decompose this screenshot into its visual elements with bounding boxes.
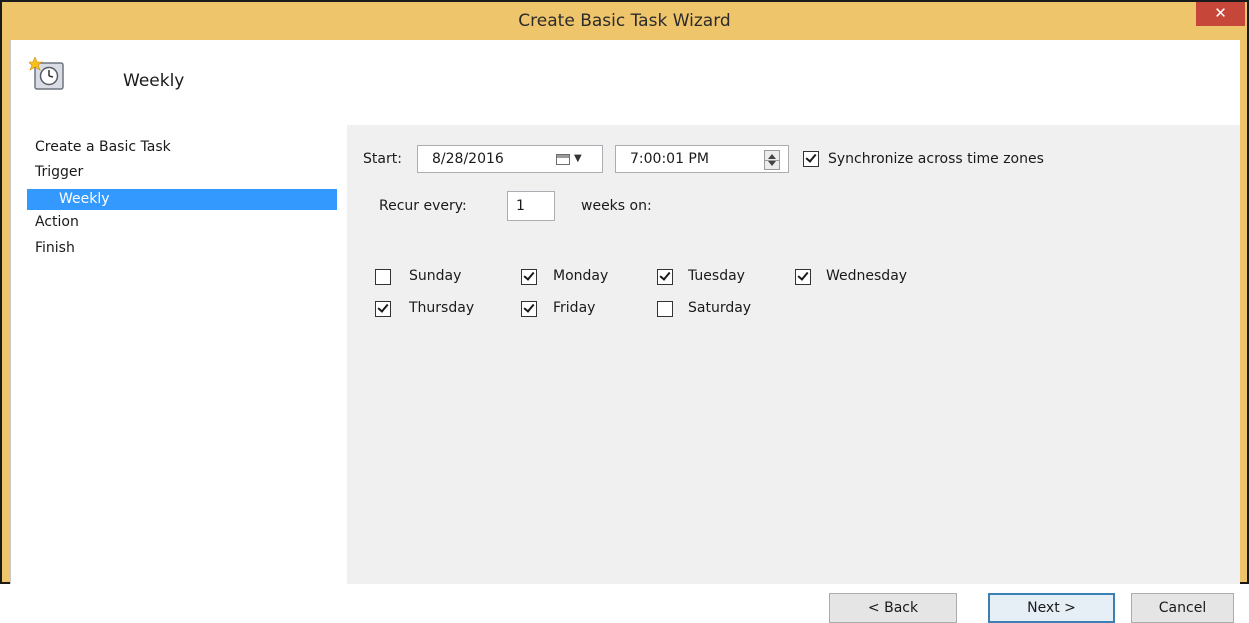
next-button[interactable]: Next >	[988, 593, 1115, 623]
trigger-settings-panel: Start: 8/28/2016 ▼ 7:00:01 PM Synchroniz…	[347, 125, 1240, 623]
check-icon	[797, 269, 809, 281]
spinner-up-icon[interactable]	[768, 154, 776, 159]
sidebar-item-action[interactable]: Action	[35, 214, 79, 230]
back-button[interactable]: < Back	[829, 593, 957, 623]
wednesday-label: Wednesday	[826, 268, 908, 284]
wednesday-checkbox[interactable]	[795, 269, 811, 285]
check-icon	[805, 151, 817, 163]
sync-timezones-label: Synchronize across time zones	[828, 151, 1044, 167]
wizard-window: Create Basic Task Wizard ✕ Weekly Create…	[0, 0, 1249, 623]
saturday-label: Saturday	[688, 300, 752, 316]
cancel-button[interactable]: Cancel	[1131, 593, 1234, 623]
time-spinner[interactable]	[764, 150, 780, 170]
saturday-checkbox[interactable]	[657, 301, 673, 317]
tuesday-label: Tuesday	[688, 268, 745, 284]
check-icon	[523, 301, 535, 313]
sunday-checkbox[interactable]	[375, 269, 391, 285]
tuesday-checkbox[interactable]	[657, 269, 673, 285]
sync-timezones-checkbox[interactable]	[803, 151, 819, 167]
recur-every-label: Recur every:	[379, 198, 467, 214]
wizard-steps-sidebar: Create a Basic Task Trigger Weekly Actio…	[11, 125, 347, 584]
scheduled-task-clock-icon	[29, 57, 64, 90]
chevron-down-icon[interactable]: ▼	[574, 146, 582, 172]
close-button[interactable]: ✕	[1196, 2, 1245, 26]
start-time-field[interactable]: 7:00:01 PM	[615, 145, 789, 173]
recur-weeks-value: 1	[516, 198, 525, 214]
start-time-value: 7:00:01 PM	[630, 151, 709, 167]
title-bar[interactable]: Create Basic Task Wizard ✕	[2, 2, 1247, 40]
friday-label: Friday	[553, 300, 596, 316]
thursday-checkbox[interactable]	[375, 301, 391, 317]
thursday-label: Thursday	[409, 300, 475, 316]
check-icon	[377, 301, 389, 313]
check-icon	[523, 269, 535, 281]
monday-checkbox[interactable]	[521, 269, 537, 285]
monday-label: Monday	[553, 268, 609, 284]
close-icon: ✕	[1214, 4, 1227, 22]
friday-checkbox[interactable]	[521, 301, 537, 317]
sunday-label: Sunday	[409, 268, 462, 284]
spinner-down-icon[interactable]	[768, 161, 776, 166]
recur-weeks-input[interactable]: 1	[507, 191, 555, 221]
start-date-picker[interactable]: 8/28/2016 ▼	[417, 145, 603, 173]
check-icon	[659, 269, 671, 281]
start-label: Start:	[363, 151, 402, 167]
wizard-header: Weekly	[11, 40, 1240, 125]
sidebar-item-trigger[interactable]: Trigger	[35, 164, 83, 180]
page-title: Weekly	[123, 71, 185, 91]
sidebar-item-create-basic-task[interactable]: Create a Basic Task	[35, 139, 171, 155]
sidebar-item-weekly[interactable]: Weekly	[27, 189, 337, 210]
wizard-client-area: Weekly Create a Basic Task Trigger Weekl…	[10, 40, 1240, 623]
weeks-on-label: weeks on:	[581, 198, 652, 214]
sidebar-item-finish[interactable]: Finish	[35, 240, 75, 256]
calendar-icon[interactable]	[556, 154, 570, 165]
start-date-value: 8/28/2016	[432, 151, 504, 167]
window-title: Create Basic Task Wizard	[518, 11, 731, 31]
